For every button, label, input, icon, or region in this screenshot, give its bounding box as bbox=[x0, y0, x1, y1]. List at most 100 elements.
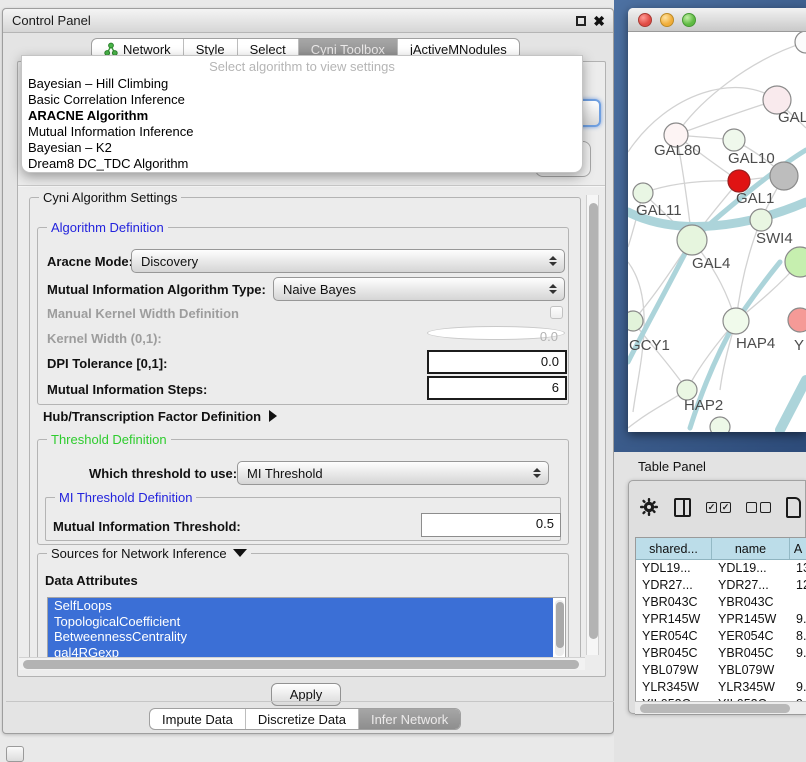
table-row[interactable]: YDL19...YDL19...13 bbox=[636, 560, 806, 577]
group-legend: Cyni Algorithm Settings bbox=[39, 190, 181, 205]
node-label: SWI4 bbox=[756, 230, 793, 247]
network-node-hap4[interactable] bbox=[723, 308, 749, 334]
table-row[interactable]: YBR043CYBR043C bbox=[636, 594, 806, 611]
close-icon[interactable]: ✖ bbox=[593, 14, 605, 28]
which-threshold-select[interactable]: MI Threshold bbox=[237, 461, 549, 485]
kernel-width-label: Kernel Width (0,1): bbox=[47, 331, 162, 346]
group-legend: Threshold Definition bbox=[47, 432, 171, 447]
network-node[interactable] bbox=[795, 32, 806, 53]
mi-steps-label: Mutual Information Steps: bbox=[47, 382, 207, 397]
select-all-icon[interactable]: ✓✓ bbox=[706, 502, 731, 513]
network-edges-highlighted bbox=[628, 150, 806, 430]
expand-arrow-icon bbox=[269, 410, 277, 422]
network-node-gal4[interactable] bbox=[677, 225, 707, 255]
deselect-all-icon[interactable] bbox=[746, 502, 771, 513]
algorithm-option[interactable]: Mutual Information Inference bbox=[22, 124, 582, 140]
collapse-arrow-icon bbox=[233, 549, 247, 557]
network-node-gcy1[interactable] bbox=[628, 311, 643, 331]
dpi-tolerance-field[interactable]: 0.0 bbox=[427, 350, 567, 374]
mi-steps-field[interactable]: 6 bbox=[427, 376, 567, 400]
manual-kernel-checkbox bbox=[550, 306, 563, 319]
tab-impute-data[interactable]: Impute Data bbox=[150, 709, 246, 729]
table-header-row: shared... name A bbox=[636, 538, 806, 560]
table-row[interactable]: YLR345WYLR345W9. bbox=[636, 679, 806, 696]
divider bbox=[6, 701, 614, 702]
node-label: Y bbox=[794, 337, 804, 354]
divider bbox=[18, 185, 605, 187]
table-row[interactable]: YPR145WYPR145W9. bbox=[636, 611, 806, 628]
algorithm-option[interactable]: Bayesian – K2 bbox=[22, 140, 582, 156]
close-window-icon[interactable] bbox=[638, 13, 652, 27]
column-header-shared-name[interactable]: shared... bbox=[636, 538, 712, 559]
node-label: GAL4 bbox=[692, 255, 730, 272]
mi-threshold-field[interactable]: 0.5 bbox=[421, 513, 561, 537]
tab-infer-network[interactable]: Infer Network bbox=[359, 709, 460, 729]
table-row[interactable]: YDR27...YDR27...12 bbox=[636, 577, 806, 594]
node-label: GAL11 bbox=[636, 202, 682, 219]
data-attributes-label: Data Attributes bbox=[45, 573, 138, 588]
control-panel-titlebar: Control Panel ✖ bbox=[3, 9, 613, 33]
minimize-window-icon[interactable] bbox=[660, 13, 674, 27]
spinner-arrows-icon bbox=[530, 468, 544, 478]
network-node-gal1-selected[interactable] bbox=[728, 170, 750, 192]
mi-threshold-label: Mutual Information Threshold: bbox=[53, 519, 241, 534]
apply-button[interactable]: Apply bbox=[271, 683, 341, 706]
aracne-mode-label: Aracne Mode: bbox=[47, 254, 133, 269]
hub-definition-toggle[interactable]: Hub/Transcription Factor Definition bbox=[43, 409, 277, 424]
minimized-panel-icon[interactable] bbox=[6, 746, 24, 762]
node-label: GAL10 bbox=[728, 150, 775, 167]
attribute-item[interactable]: BetweennessCentrality bbox=[48, 629, 553, 645]
attribute-item[interactable]: TopologicalCoefficient bbox=[48, 614, 553, 630]
dpi-tolerance-label: DPI Tolerance [0,1]: bbox=[47, 356, 167, 371]
document-icon[interactable] bbox=[786, 497, 801, 518]
settings-horizontal-scrollbar[interactable] bbox=[19, 657, 585, 670]
network-view-window: GAL GAL80 GAL10 GAL1 GAL11 SWI4 GAL4 GCY… bbox=[628, 8, 806, 432]
zoom-window-icon[interactable] bbox=[682, 13, 696, 27]
table-horizontal-scrollbar[interactable] bbox=[635, 701, 806, 714]
data-attributes-list: SelfLoops TopologicalCoefficient Between… bbox=[47, 597, 566, 659]
attribute-item[interactable]: SelfLoops bbox=[48, 598, 553, 614]
network-node-gal10[interactable] bbox=[723, 129, 745, 151]
algorithm-dropdown-popup: Select algorithm to view settings Bayesi… bbox=[21, 55, 583, 173]
aracne-mode-select[interactable]: Discovery bbox=[131, 249, 565, 273]
network-canvas[interactable]: GAL GAL80 GAL10 GAL1 GAL11 SWI4 GAL4 GCY… bbox=[628, 32, 806, 432]
table-row[interactable]: YBL079WYBL079W bbox=[636, 662, 806, 679]
node-label: GAL bbox=[778, 109, 806, 126]
node-label: HAP4 bbox=[736, 335, 775, 352]
node-label: HAP2 bbox=[684, 397, 723, 414]
settings-vertical-scrollbar[interactable] bbox=[586, 195, 599, 655]
table-panel-title: Table Panel bbox=[638, 459, 706, 474]
mi-algorithm-type-select[interactable]: Naive Bayes bbox=[273, 277, 565, 301]
node-label: GAL1 bbox=[736, 190, 774, 207]
cyni-mode-tabs: Impute Data Discretize Data Infer Networ… bbox=[149, 708, 461, 730]
algorithm-option[interactable]: Dream8 DC_TDC Algorithm bbox=[22, 156, 582, 172]
network-node-swi4[interactable] bbox=[750, 209, 772, 231]
list-scrollbar[interactable] bbox=[555, 600, 564, 656]
node-label: GCY1 bbox=[629, 337, 670, 354]
tab-discretize-data[interactable]: Discretize Data bbox=[246, 709, 359, 729]
table-panel-window: ✓✓ shared... name A YDL19...YDL19...13 Y… bbox=[628, 480, 806, 714]
table-row[interactable]: YBR045CYBR045C9. bbox=[636, 645, 806, 662]
network-node[interactable] bbox=[785, 247, 806, 277]
spinner-arrows-icon bbox=[546, 284, 560, 294]
table-row[interactable]: YER054CYER054C8. bbox=[636, 628, 806, 645]
algorithm-option[interactable]: Basic Correlation Inference bbox=[22, 92, 582, 108]
column-header-partial[interactable]: A bbox=[790, 538, 806, 559]
gear-icon[interactable] bbox=[639, 497, 659, 517]
columns-icon[interactable] bbox=[674, 498, 691, 517]
float-panel-icon[interactable] bbox=[576, 16, 586, 26]
node-label: GAL80 bbox=[654, 142, 701, 159]
algorithm-option-aracne[interactable]: ARACNE Algorithm bbox=[22, 108, 582, 124]
panel-title: Control Panel bbox=[3, 13, 91, 28]
column-header-name[interactable]: name bbox=[712, 538, 790, 559]
algorithm-option[interactable]: Bayesian – Hill Climbing bbox=[22, 76, 582, 92]
network-window-titlebar bbox=[628, 8, 806, 32]
group-legend: Sources for Network Inference bbox=[47, 546, 251, 561]
table-toolbar: ✓✓ bbox=[639, 489, 801, 525]
network-node[interactable] bbox=[710, 417, 730, 432]
network-graph-icon bbox=[104, 42, 118, 56]
network-node-gal11[interactable] bbox=[633, 183, 653, 203]
node-table: shared... name A YDL19...YDL19...13 YDR2… bbox=[635, 537, 806, 715]
network-node[interactable] bbox=[788, 308, 806, 332]
which-threshold-label: Which threshold to use: bbox=[89, 466, 237, 481]
